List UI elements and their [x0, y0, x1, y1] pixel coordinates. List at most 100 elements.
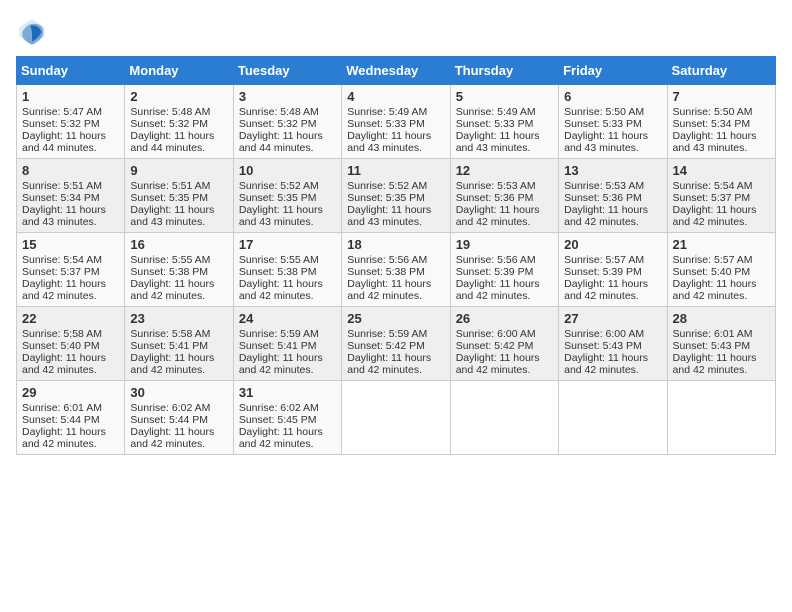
calendar-cell	[559, 381, 667, 455]
daylight-text: Daylight: 11 hours and 43 minutes.	[239, 204, 336, 228]
calendar-cell: 5Sunrise: 5:49 AMSunset: 5:33 PMDaylight…	[450, 85, 558, 159]
daylight-text: Daylight: 11 hours and 44 minutes.	[239, 130, 336, 154]
daylight-text: Daylight: 11 hours and 42 minutes.	[456, 204, 553, 228]
sunset-text: Sunset: 5:43 PM	[564, 340, 661, 352]
day-number: 9	[130, 163, 227, 178]
daylight-text: Daylight: 11 hours and 43 minutes.	[564, 130, 661, 154]
logo	[16, 16, 52, 48]
sunset-text: Sunset: 5:37 PM	[22, 266, 119, 278]
calendar-cell: 30Sunrise: 6:02 AMSunset: 5:44 PMDayligh…	[125, 381, 233, 455]
daylight-text: Daylight: 11 hours and 42 minutes.	[564, 278, 661, 302]
sunrise-text: Sunrise: 6:00 AM	[456, 328, 553, 340]
calendar-cell: 6 Sunrise: 5:50 AMSunset: 5:33 PMDaylight…	[559, 85, 667, 159]
day-number: 5	[456, 89, 553, 104]
sunrise-text: Sunrise: 5:51 AM	[22, 180, 119, 192]
day-number: 15	[22, 237, 119, 252]
day-number: 25	[347, 311, 444, 326]
calendar-cell: 7Sunrise: 5:50 AMSunset: 5:34 PMDaylight…	[667, 85, 775, 159]
calendar-cell: 14Sunrise: 5:54 AMSunset: 5:37 PMDayligh…	[667, 159, 775, 233]
sunrise-text: Sunrise: 6:01 AM	[22, 402, 119, 414]
day-number: 22	[22, 311, 119, 326]
sunset-text: Sunset: 5:37 PM	[673, 192, 770, 204]
day-number: 28	[673, 311, 770, 326]
daylight-text: Daylight: 11 hours and 44 minutes.	[22, 130, 119, 154]
day-number: 23	[130, 311, 227, 326]
page-header	[16, 16, 776, 48]
sunset-text: Sunset: 5:39 PM	[456, 266, 553, 278]
calendar-cell: 27 Sunrise: 6:00 AMSunset: 5:43 PMDayligh…	[559, 307, 667, 381]
calendar-cell: 19Sunrise: 5:56 AMSunset: 5:39 PMDayligh…	[450, 233, 558, 307]
sunset-text: Sunset: 5:38 PM	[239, 266, 336, 278]
sunrise-text: Sunrise: 5:57 AM	[673, 254, 770, 266]
calendar-cell: 11Sunrise: 5:52 AMSunset: 5:35 PMDayligh…	[342, 159, 450, 233]
header-day: Saturday	[667, 57, 775, 85]
daylight-text: Daylight: 11 hours and 42 minutes.	[456, 352, 553, 376]
sunrise-text: Sunrise: 5:59 AM	[347, 328, 444, 340]
day-number: 26	[456, 311, 553, 326]
header-row: SundayMondayTuesdayWednesdayThursdayFrid…	[17, 57, 776, 85]
sunrise-text: Sunrise: 5:50 AM	[673, 106, 770, 118]
calendar-cell: 23Sunrise: 5:58 AMSunset: 5:41 PMDayligh…	[125, 307, 233, 381]
day-number: 24	[239, 311, 336, 326]
sunrise-text: Sunrise: 5:54 AM	[22, 254, 119, 266]
sunset-text: Sunset: 5:35 PM	[130, 192, 227, 204]
calendar-cell: 2Sunrise: 5:48 AMSunset: 5:32 PMDaylight…	[125, 85, 233, 159]
sunrise-text: Sunrise: 6:00 AM	[564, 328, 661, 340]
calendar-cell: 22Sunrise: 5:58 AMSunset: 5:40 PMDayligh…	[17, 307, 125, 381]
calendar-cell: 3Sunrise: 5:48 AMSunset: 5:32 PMDaylight…	[233, 85, 341, 159]
sunrise-text: Sunrise: 5:58 AM	[22, 328, 119, 340]
sunrise-text: Sunrise: 5:50 AM	[564, 106, 661, 118]
day-number: 30	[130, 385, 227, 400]
daylight-text: Daylight: 11 hours and 42 minutes.	[564, 352, 661, 376]
calendar-cell	[450, 381, 558, 455]
calendar-cell: 25Sunrise: 5:59 AMSunset: 5:42 PMDayligh…	[342, 307, 450, 381]
calendar-cell: 26Sunrise: 6:00 AMSunset: 5:42 PMDayligh…	[450, 307, 558, 381]
calendar-cell: 31Sunrise: 6:02 AMSunset: 5:45 PMDayligh…	[233, 381, 341, 455]
day-number: 11	[347, 163, 444, 178]
calendar-cell: 29Sunrise: 6:01 AMSunset: 5:44 PMDayligh…	[17, 381, 125, 455]
sunrise-text: Sunrise: 5:53 AM	[456, 180, 553, 192]
day-number: 29	[22, 385, 119, 400]
sunrise-text: Sunrise: 5:56 AM	[456, 254, 553, 266]
day-number: 27	[564, 311, 661, 326]
calendar-cell: 17Sunrise: 5:55 AMSunset: 5:38 PMDayligh…	[233, 233, 341, 307]
daylight-text: Daylight: 11 hours and 42 minutes.	[239, 426, 336, 450]
calendar-week: 15 Sunrise: 5:54 AMSunset: 5:37 PM Dayligh…	[17, 233, 776, 307]
sunrise-text: Sunrise: 5:47 AM	[22, 106, 119, 118]
sunrise-text: Sunrise: 5:52 AM	[239, 180, 336, 192]
daylight-text: Daylight: 11 hours and 42 minutes.	[673, 278, 770, 302]
day-number: 2	[130, 89, 227, 104]
sunset-text: Sunset: 5:35 PM	[347, 192, 444, 204]
sunset-text: Sunset: 5:38 PM	[347, 266, 444, 278]
calendar-cell: 1Sunrise: 5:47 AMSunset: 5:32 PMDaylight…	[17, 85, 125, 159]
sunset-text: Sunset: 5:33 PM	[564, 118, 661, 130]
daylight-text: Daylight: 11 hours and 43 minutes.	[673, 130, 770, 154]
daylight-text: Daylight: 11 hours and 43 minutes.	[130, 204, 227, 228]
calendar-cell	[667, 381, 775, 455]
day-number: 21	[673, 237, 770, 252]
day-number: 6	[564, 89, 661, 104]
sunrise-text: Sunrise: 6:01 AM	[673, 328, 770, 340]
calendar-week: 29Sunrise: 6:01 AMSunset: 5:44 PMDayligh…	[17, 381, 776, 455]
daylight-text: Daylight: 11 hours and 42 minutes.	[456, 278, 553, 302]
sunrise-text: Sunrise: 5:52 AM	[347, 180, 444, 192]
sunset-text: Sunset: 5:36 PM	[456, 192, 553, 204]
day-number: 20	[564, 237, 661, 252]
sunrise-text: Sunrise: 5:53 AM	[564, 180, 661, 192]
day-number: 8	[22, 163, 119, 178]
calendar-cell: 20Sunrise: 5:57 AMSunset: 5:39 PMDayligh…	[559, 233, 667, 307]
daylight-text: Daylight: 11 hours and 42 minutes.	[239, 278, 336, 302]
sunrise-text: Sunrise: 5:55 AM	[130, 254, 227, 266]
calendar-cell	[342, 381, 450, 455]
day-number: 1	[22, 89, 119, 104]
sunset-text: Sunset: 5:32 PM	[239, 118, 336, 130]
daylight-text: Daylight: 11 hours and 42 minutes.	[673, 204, 770, 228]
calendar-cell: 16Sunrise: 5:55 AMSunset: 5:38 PMDayligh…	[125, 233, 233, 307]
daylight-text: Daylight: 11 hours and 44 minutes.	[130, 130, 227, 154]
header-day: Wednesday	[342, 57, 450, 85]
calendar-body: 1Sunrise: 5:47 AMSunset: 5:32 PMDaylight…	[17, 85, 776, 455]
sunset-text: Sunset: 5:45 PM	[239, 414, 336, 426]
calendar-week: 1Sunrise: 5:47 AMSunset: 5:32 PMDaylight…	[17, 85, 776, 159]
calendar-week: 22Sunrise: 5:58 AMSunset: 5:40 PMDayligh…	[17, 307, 776, 381]
header-day: Thursday	[450, 57, 558, 85]
